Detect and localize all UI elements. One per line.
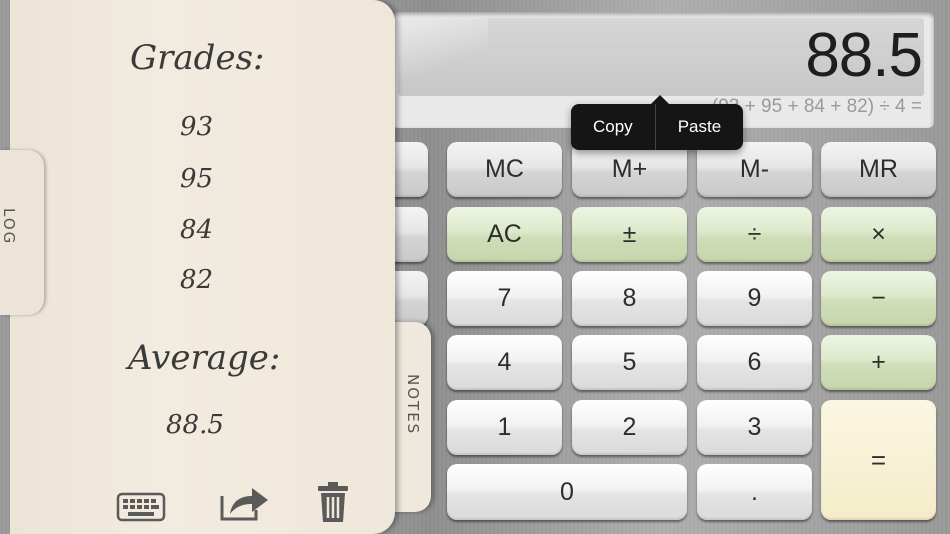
nine-key[interactable]: 9 xyxy=(697,271,812,326)
mc-key[interactable]: MC xyxy=(447,142,562,197)
copy-paste-menu: Copy Paste xyxy=(571,95,744,150)
display-value[interactable]: 88.5 xyxy=(805,20,923,91)
grade-item: 82 xyxy=(180,265,214,295)
display-main-area: 88.5 xyxy=(398,18,924,96)
six-key[interactable]: 6 xyxy=(697,335,812,390)
divide-key[interactable]: ÷ xyxy=(697,207,812,262)
zero-key[interactable]: 0 xyxy=(447,464,687,520)
log-tab-label: LOG xyxy=(0,208,18,246)
notes-tab-label: NOTES xyxy=(404,374,422,436)
five-key[interactable]: 5 xyxy=(572,335,687,390)
eight-key[interactable]: 8 xyxy=(572,271,687,326)
trash-icon[interactable] xyxy=(316,480,350,528)
minus-key[interactable]: − xyxy=(821,271,936,326)
grade-item: 93 xyxy=(180,112,214,142)
grade-item: 95 xyxy=(180,164,214,194)
seven-key[interactable]: 7 xyxy=(447,271,562,326)
average-heading: Average: xyxy=(128,338,281,378)
grade-item: 84 xyxy=(180,215,214,245)
four-key[interactable]: 4 xyxy=(447,335,562,390)
paste-button[interactable]: Paste xyxy=(656,104,743,150)
m-plus-key[interactable]: M+ xyxy=(572,142,687,197)
average-value: 88.5 xyxy=(166,410,224,440)
plus-minus-key[interactable]: ± xyxy=(572,207,687,262)
mr-key[interactable]: MR xyxy=(821,142,936,197)
m-minus-key[interactable]: M- xyxy=(697,142,812,197)
one-key[interactable]: 1 xyxy=(447,400,562,455)
multiply-key[interactable]: × xyxy=(821,207,936,262)
share-icon[interactable] xyxy=(218,482,270,526)
notes-panel: LOG Grades: 93 95 84 82 Average: 88.5 xyxy=(0,0,395,534)
display-expression: (93 + 95 + 84 + 82) ÷ 4 = xyxy=(711,96,922,117)
equals-key[interactable]: = xyxy=(821,400,936,520)
copy-button[interactable]: Copy xyxy=(571,104,655,150)
keyboard-icon[interactable] xyxy=(116,492,166,526)
plus-key[interactable]: + xyxy=(821,335,936,390)
grades-heading: Grades: xyxy=(130,38,265,78)
three-key[interactable]: 3 xyxy=(697,400,812,455)
ac-key[interactable]: AC xyxy=(447,207,562,262)
decimal-key[interactable]: . xyxy=(697,464,812,520)
two-key[interactable]: 2 xyxy=(572,400,687,455)
